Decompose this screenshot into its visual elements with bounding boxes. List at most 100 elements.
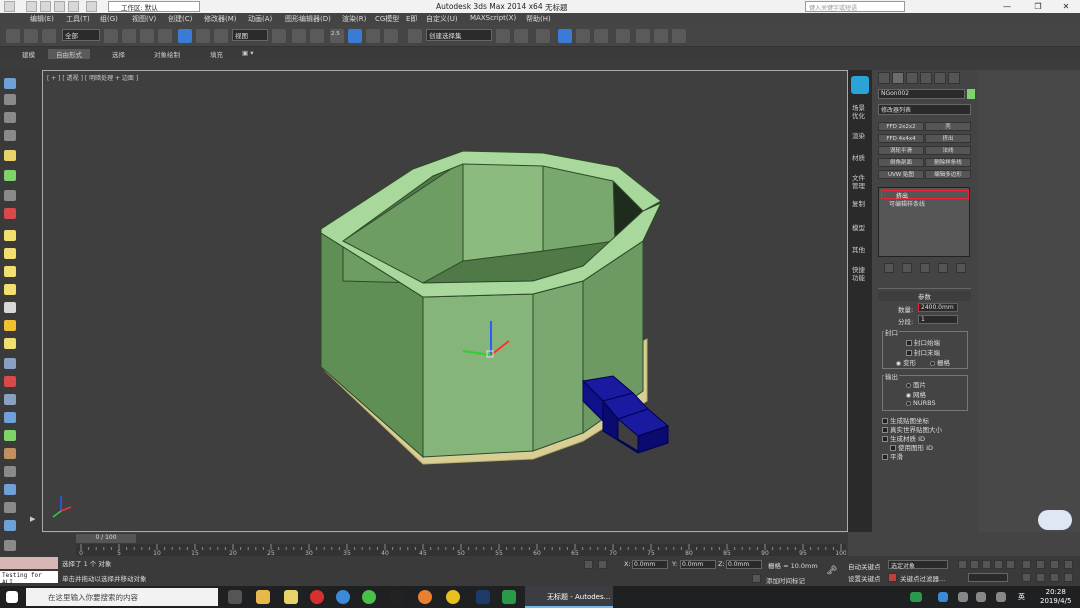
x-coordinate-field[interactable]: 0.0mm: [632, 560, 668, 569]
render-setup-icon[interactable]: [636, 29, 650, 43]
plugin-render[interactable]: 渲染: [852, 132, 868, 140]
angle-snap-icon[interactable]: [348, 29, 362, 43]
key-filters-button[interactable]: 关键点过滤器...: [900, 573, 945, 583]
selection-filter-dropdown[interactable]: 全部: [62, 29, 100, 41]
display-tab-icon[interactable]: [934, 72, 946, 84]
spinner-snap-icon[interactable]: [384, 29, 398, 43]
show-end-result-icon[interactable]: [902, 263, 912, 273]
ribbon-tab-object-paint[interactable]: 对象绘制: [154, 49, 180, 59]
select-scale-icon[interactable]: [214, 29, 228, 43]
menu-group[interactable]: 组(G): [100, 14, 118, 24]
plugin-file-manage[interactable]: 文件管理: [852, 174, 868, 190]
menu-animation[interactable]: 动画(A): [248, 14, 272, 24]
mod-button-ffd2[interactable]: FFD 2x2x2: [878, 122, 924, 131]
link-icon[interactable]: [6, 29, 20, 43]
mod-button-shell[interactable]: 壳: [925, 122, 971, 131]
menu-tools[interactable]: 工具(T): [66, 14, 90, 24]
graphite-tools-icon[interactable]: [558, 29, 572, 43]
shape-icon[interactable]: [4, 170, 16, 181]
shield-icon[interactable]: [938, 592, 948, 602]
settings-icon[interactable]: [4, 502, 16, 513]
walk-through-icon[interactable]: [1050, 573, 1059, 582]
tray-app-icon[interactable]: [910, 592, 922, 602]
plugin-model[interactable]: 模型: [852, 224, 868, 232]
amount-spinner[interactable]: 2400.0mm: [918, 303, 958, 312]
mod-button-delete-spline[interactable]: 删除样条线: [925, 158, 971, 167]
go-to-start-icon[interactable]: [958, 560, 967, 569]
zoom-icon[interactable]: [1022, 573, 1031, 582]
list-icon[interactable]: [4, 112, 16, 123]
make-unique-icon[interactable]: [920, 263, 930, 273]
ribbon-tab-modeling[interactable]: 建模: [22, 49, 35, 59]
named-selection-dropdown[interactable]: 创建选择集: [426, 29, 492, 41]
select-move-icon[interactable]: [178, 29, 192, 43]
scene-icon[interactable]: [4, 520, 16, 531]
mod-button-extrude[interactable]: 挤出: [925, 134, 971, 143]
systems-icon[interactable]: [4, 412, 16, 423]
select-rotate-icon[interactable]: [196, 29, 210, 43]
spacewarp-icon[interactable]: [4, 394, 16, 405]
taskbar-clock[interactable]: 20:28 2019/4/5: [1040, 588, 1071, 606]
keyboard-shortcut-icon[interactable]: [310, 29, 324, 43]
rendered-frame-icon[interactable]: [654, 29, 668, 43]
play-icon[interactable]: [982, 560, 991, 569]
next-frame-icon[interactable]: [994, 560, 1003, 569]
close-button[interactable]: ✕: [1052, 0, 1080, 13]
cylinder-icon[interactable]: [4, 266, 16, 277]
render-production-icon[interactable]: [672, 29, 686, 43]
region-select-icon[interactable]: [140, 29, 154, 43]
z-coordinate-field[interactable]: 0.0mm: [726, 560, 762, 569]
menu-graph-editors[interactable]: 图形编辑器(D): [285, 14, 331, 24]
workspace-dropdown[interactable]: 工作区: 默认: [108, 1, 200, 12]
zoom-extents-icon[interactable]: [1022, 560, 1031, 569]
perspective-viewport[interactable]: [ + ] [ 透视 ] [ 明暗处理 + 边面 ]: [42, 70, 848, 532]
output-patch-radio[interactable]: 面片: [906, 379, 926, 389]
mod-button-uvw-map[interactable]: UVW 贴图: [878, 170, 924, 179]
layer-manager-icon[interactable]: [536, 29, 550, 43]
ribbon-tab-selection[interactable]: 选择: [112, 49, 125, 59]
globe-icon[interactable]: [4, 484, 16, 495]
mod-button-edit-poly[interactable]: 编辑多边形: [925, 170, 971, 179]
teapot-icon[interactable]: [4, 338, 16, 349]
select-object-icon[interactable]: [104, 29, 118, 43]
mod-button-turbosmooth[interactable]: 涡轮平滑: [878, 146, 924, 155]
menu-rendering[interactable]: 渲染(R): [342, 14, 366, 24]
y-coordinate-field[interactable]: 0.0mm: [680, 560, 716, 569]
select-manipulate-icon[interactable]: [292, 29, 306, 43]
segments-spinner[interactable]: 1: [918, 315, 958, 324]
camera-icon[interactable]: [4, 190, 16, 201]
taskbar-3dsmax-button[interactable]: 无标题 - Autodes...: [525, 586, 613, 608]
plugin-copy[interactable]: 复制: [852, 200, 868, 208]
plugin-logo-icon[interactable]: [851, 76, 869, 94]
sun-icon[interactable]: [4, 320, 16, 331]
ref-coord-dropdown[interactable]: 视图: [232, 29, 268, 41]
torus-icon[interactable]: [4, 284, 16, 295]
add-time-tag[interactable]: 添加时间标记: [766, 575, 805, 585]
add-time-tag-icon[interactable]: [752, 574, 761, 583]
box-icon[interactable]: [4, 230, 16, 241]
undo-icon[interactable]: [68, 1, 79, 12]
mod-button-normal[interactable]: 法线: [925, 146, 971, 155]
pin-stack-icon[interactable]: [884, 263, 894, 273]
mod-button-ffd4[interactable]: FFD 4x4x4: [878, 134, 924, 143]
object-color-swatch[interactable]: [967, 89, 975, 99]
material-editor-icon[interactable]: [616, 29, 630, 43]
browser-icon[interactable]: [336, 590, 350, 604]
object-name-field[interactable]: NGon002: [878, 89, 965, 99]
field-of-view-icon[interactable]: [1036, 573, 1045, 582]
unlink-icon[interactable]: [24, 29, 38, 43]
netease-music-icon[interactable]: [310, 590, 324, 604]
ime-indicator[interactable]: 英: [1018, 592, 1025, 602]
keyboard-icon[interactable]: [996, 592, 1006, 602]
isolate-icon[interactable]: [584, 560, 593, 569]
schematic-view-icon[interactable]: [594, 29, 608, 43]
volume-icon[interactable]: [976, 592, 986, 602]
remove-modifier-icon[interactable]: [938, 263, 948, 273]
foliage-icon[interactable]: [4, 430, 16, 441]
menu-cg-model[interactable]: CG模型: [375, 14, 399, 24]
output-mesh-radio[interactable]: 网格: [906, 389, 926, 399]
motion-tab-icon[interactable]: [920, 72, 932, 84]
align-icon[interactable]: [514, 29, 528, 43]
auto-key-selection-dropdown[interactable]: 选定对象: [888, 560, 948, 570]
modifier-list-dropdown[interactable]: 修改器列表: [878, 104, 971, 115]
